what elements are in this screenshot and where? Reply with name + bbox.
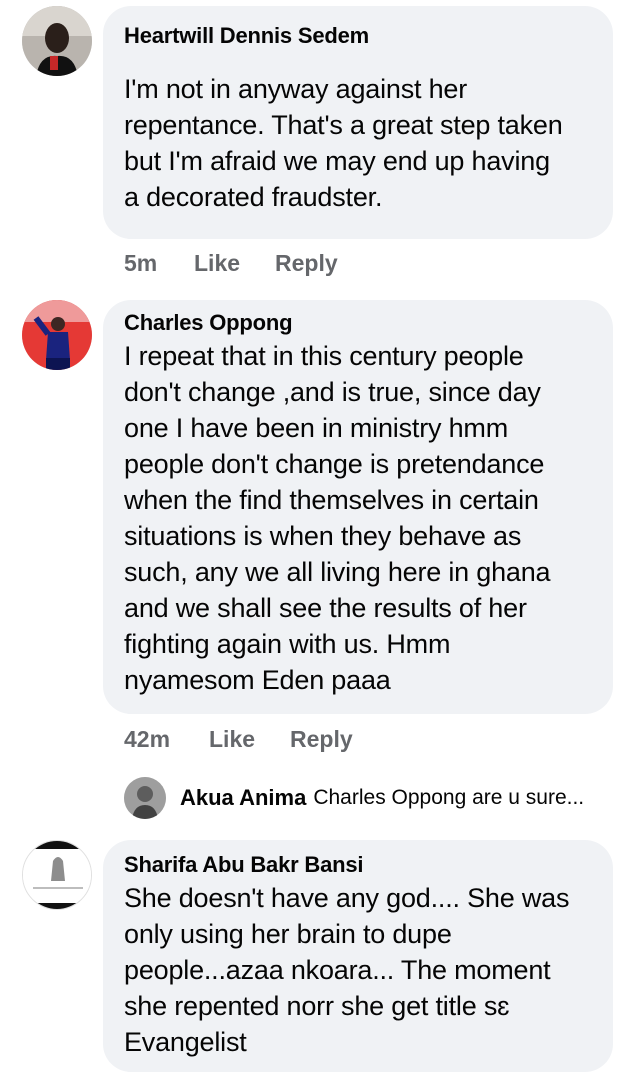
comment-text-line: repentance. That's a great step taken — [124, 110, 563, 140]
comment-text-line: and we shall see the results of her — [124, 593, 527, 623]
profile-photo-icon — [22, 6, 92, 76]
like-button[interactable]: Like — [194, 250, 275, 277]
comment-text-line: She doesn't have any god.... She was — [124, 883, 570, 913]
avatar[interactable] — [22, 6, 92, 76]
comment-1: Heartwill Dennis Sedem I'm not in anyway… — [0, 0, 634, 290]
avatar[interactable] — [124, 777, 166, 819]
comment-bubble: Sharifa Abu Bakr Bansi She doesn't have … — [103, 840, 613, 1072]
comment-text-line: one I have been in ministry hmm — [124, 413, 508, 443]
comment-text-line: I'm not in anyway against her — [124, 74, 468, 104]
comment-text-line: people don't change is pretendance — [124, 449, 545, 479]
comment-text-line: but I'm afraid we may end up having — [124, 146, 550, 176]
comment-text-line: nyamesom Eden paaa — [124, 665, 391, 695]
comment-text-line: don't change ,and is true, since day — [124, 377, 541, 407]
comment-text-line: fighting again with us. Hmm — [124, 629, 451, 659]
comment-actions: 5m Like Reply — [124, 250, 338, 277]
comment-author[interactable]: Sharifa Abu Bakr Bansi — [124, 850, 593, 880]
comment-text-line: situations is when they behave as — [124, 521, 522, 551]
profile-photo-icon — [22, 300, 92, 370]
reply-button[interactable]: Reply — [290, 726, 353, 753]
comment-author[interactable]: Heartwill Dennis Sedem — [124, 21, 593, 51]
avatar[interactable] — [22, 300, 92, 370]
comment-text-line: a decorated fraudster. — [124, 182, 383, 212]
like-button[interactable]: Like — [209, 726, 290, 753]
comment-text-line: people...azaa nkoara... The moment — [124, 955, 551, 985]
avatar[interactable] — [22, 840, 92, 910]
comment-text-line: I repeat that in this century people — [124, 341, 524, 371]
comment-bubble: Charles Oppong I repeat that in this cen… — [103, 300, 613, 714]
comment-text-line: when the find themselves in certain — [124, 485, 539, 515]
comment-2: Charles Oppong I repeat that in this cen… — [0, 290, 634, 830]
comment-timestamp[interactable]: 5m — [124, 250, 194, 277]
profile-photo-icon — [124, 777, 166, 819]
reply-text: Charles Oppong are u sure... — [313, 786, 585, 809]
reply-author[interactable]: Akua Anima — [180, 785, 306, 811]
comment-text-line: such, any we all living here in ghana — [124, 557, 551, 587]
reply-preview[interactable]: Akua Anima Charles Oppong are u sure... — [124, 776, 584, 820]
comment-text-line: only using her brain to dupe — [124, 919, 452, 949]
comment-author[interactable]: Charles Oppong — [124, 308, 593, 338]
comment-actions: 42m Like Reply — [124, 726, 353, 753]
comment-3: Sharifa Abu Bakr Bansi She doesn't have … — [0, 830, 634, 1080]
comment-timestamp[interactable]: 42m — [124, 726, 209, 753]
comment-bubble: Heartwill Dennis Sedem I'm not in anyway… — [103, 6, 613, 239]
comment-text-line: she repented norr she get title sɛ — [124, 991, 510, 1021]
reply-button[interactable]: Reply — [275, 250, 338, 277]
profile-photo-icon — [23, 841, 91, 909]
comment-text-line: Evangelist — [124, 1027, 247, 1057]
